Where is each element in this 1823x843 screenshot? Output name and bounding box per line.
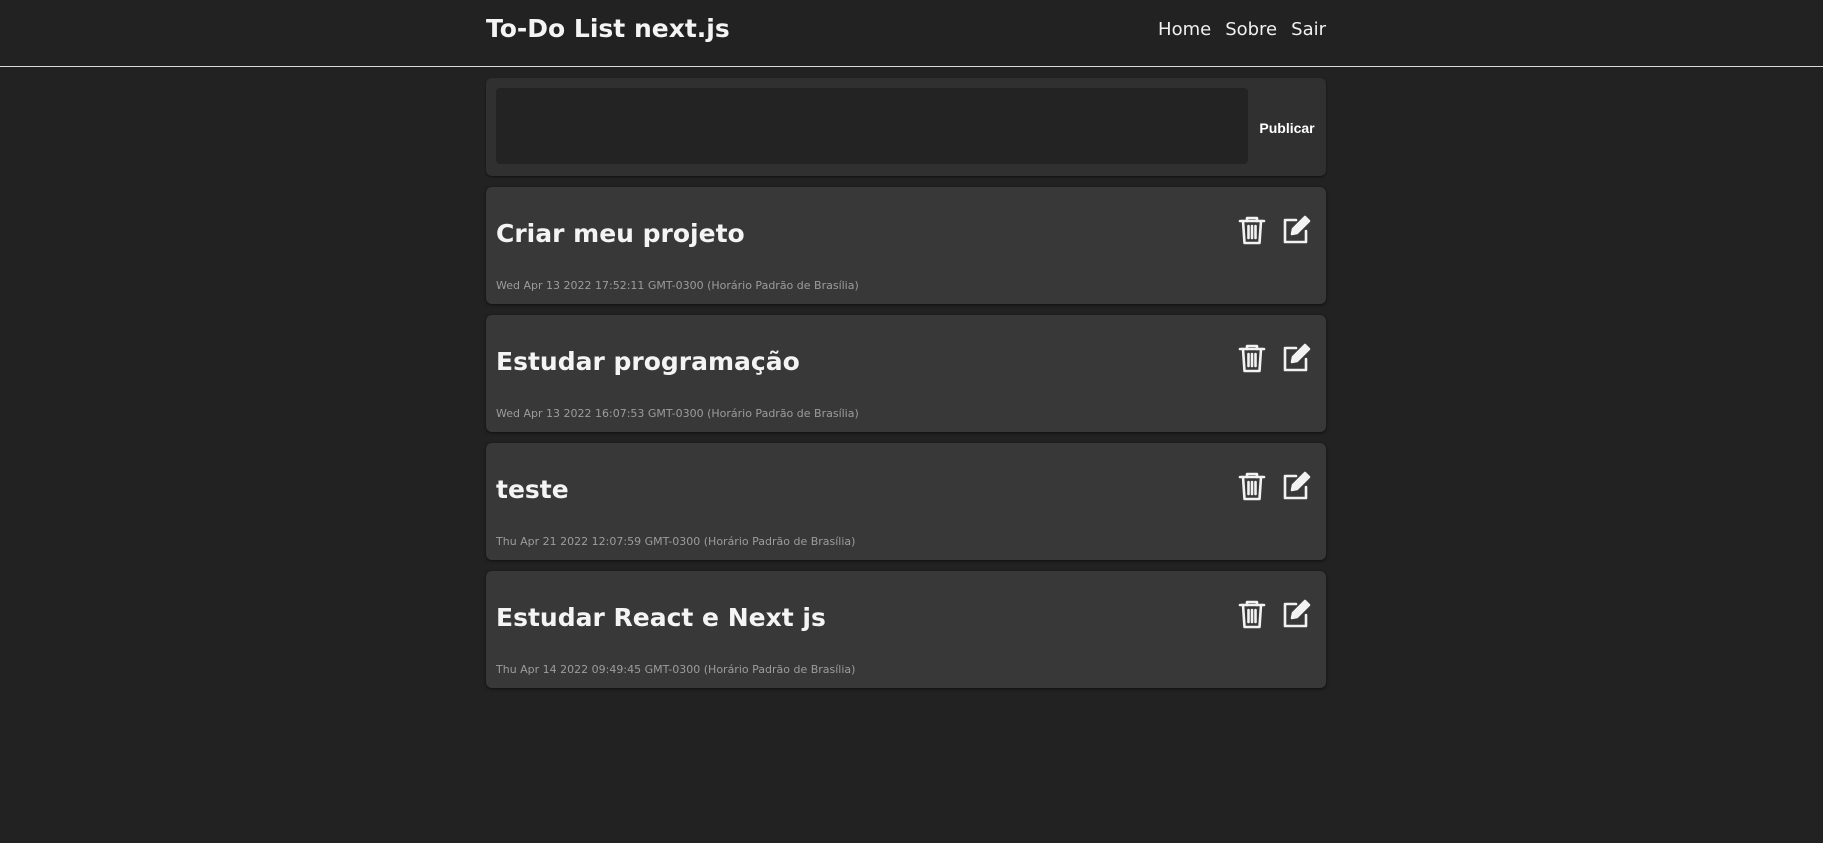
app-header: To-Do List next.js Home Sobre Sair — [0, 0, 1823, 67]
task-actions — [1236, 342, 1312, 374]
trash-icon[interactable] — [1236, 342, 1268, 374]
task-date: Wed Apr 13 2022 16:07:53 GMT-0300 (Horár… — [496, 407, 859, 420]
task-title: Estudar programação — [496, 347, 800, 376]
task-date: Wed Apr 13 2022 17:52:11 GMT-0300 (Horár… — [496, 279, 859, 292]
new-task-input[interactable] — [496, 88, 1248, 164]
edit-icon[interactable] — [1280, 342, 1312, 374]
nav-sair-link[interactable]: Sair — [1291, 19, 1326, 40]
publish-button[interactable]: Publicar — [1252, 116, 1322, 140]
app-title: To-Do List next.js — [486, 14, 730, 43]
task-date: Thu Apr 21 2022 12:07:59 GMT-0300 (Horár… — [496, 535, 856, 548]
task-card: teste Thu Apr 21 2022 12:07:59 GMT-0300 … — [486, 443, 1326, 560]
nav-sobre-link[interactable]: Sobre — [1225, 19, 1277, 40]
task-card: Criar meu projeto Wed Apr 13 2022 17:52:… — [486, 187, 1326, 304]
task-card: Estudar React e Next js Thu Apr 14 2022 … — [486, 571, 1326, 688]
edit-icon[interactable] — [1280, 470, 1312, 502]
trash-icon[interactable] — [1236, 598, 1268, 630]
task-date: Thu Apr 14 2022 09:49:45 GMT-0300 (Horár… — [496, 663, 856, 676]
task-list: Criar meu projeto Wed Apr 13 2022 17:52:… — [486, 187, 1326, 699]
trash-icon[interactable] — [1236, 470, 1268, 502]
new-task-composer: Publicar — [486, 78, 1326, 176]
edit-icon[interactable] — [1280, 598, 1312, 630]
task-title: Estudar React e Next js — [496, 603, 826, 632]
nav-home-link[interactable]: Home — [1158, 19, 1211, 40]
task-actions — [1236, 598, 1312, 630]
task-actions — [1236, 470, 1312, 502]
task-actions — [1236, 214, 1312, 246]
trash-icon[interactable] — [1236, 214, 1268, 246]
edit-icon[interactable] — [1280, 214, 1312, 246]
task-title: Criar meu projeto — [496, 219, 745, 248]
task-card: Estudar programação Wed Apr 13 2022 16:0… — [486, 315, 1326, 432]
task-title: teste — [496, 475, 569, 504]
main-nav: Home Sobre Sair — [1158, 19, 1326, 40]
